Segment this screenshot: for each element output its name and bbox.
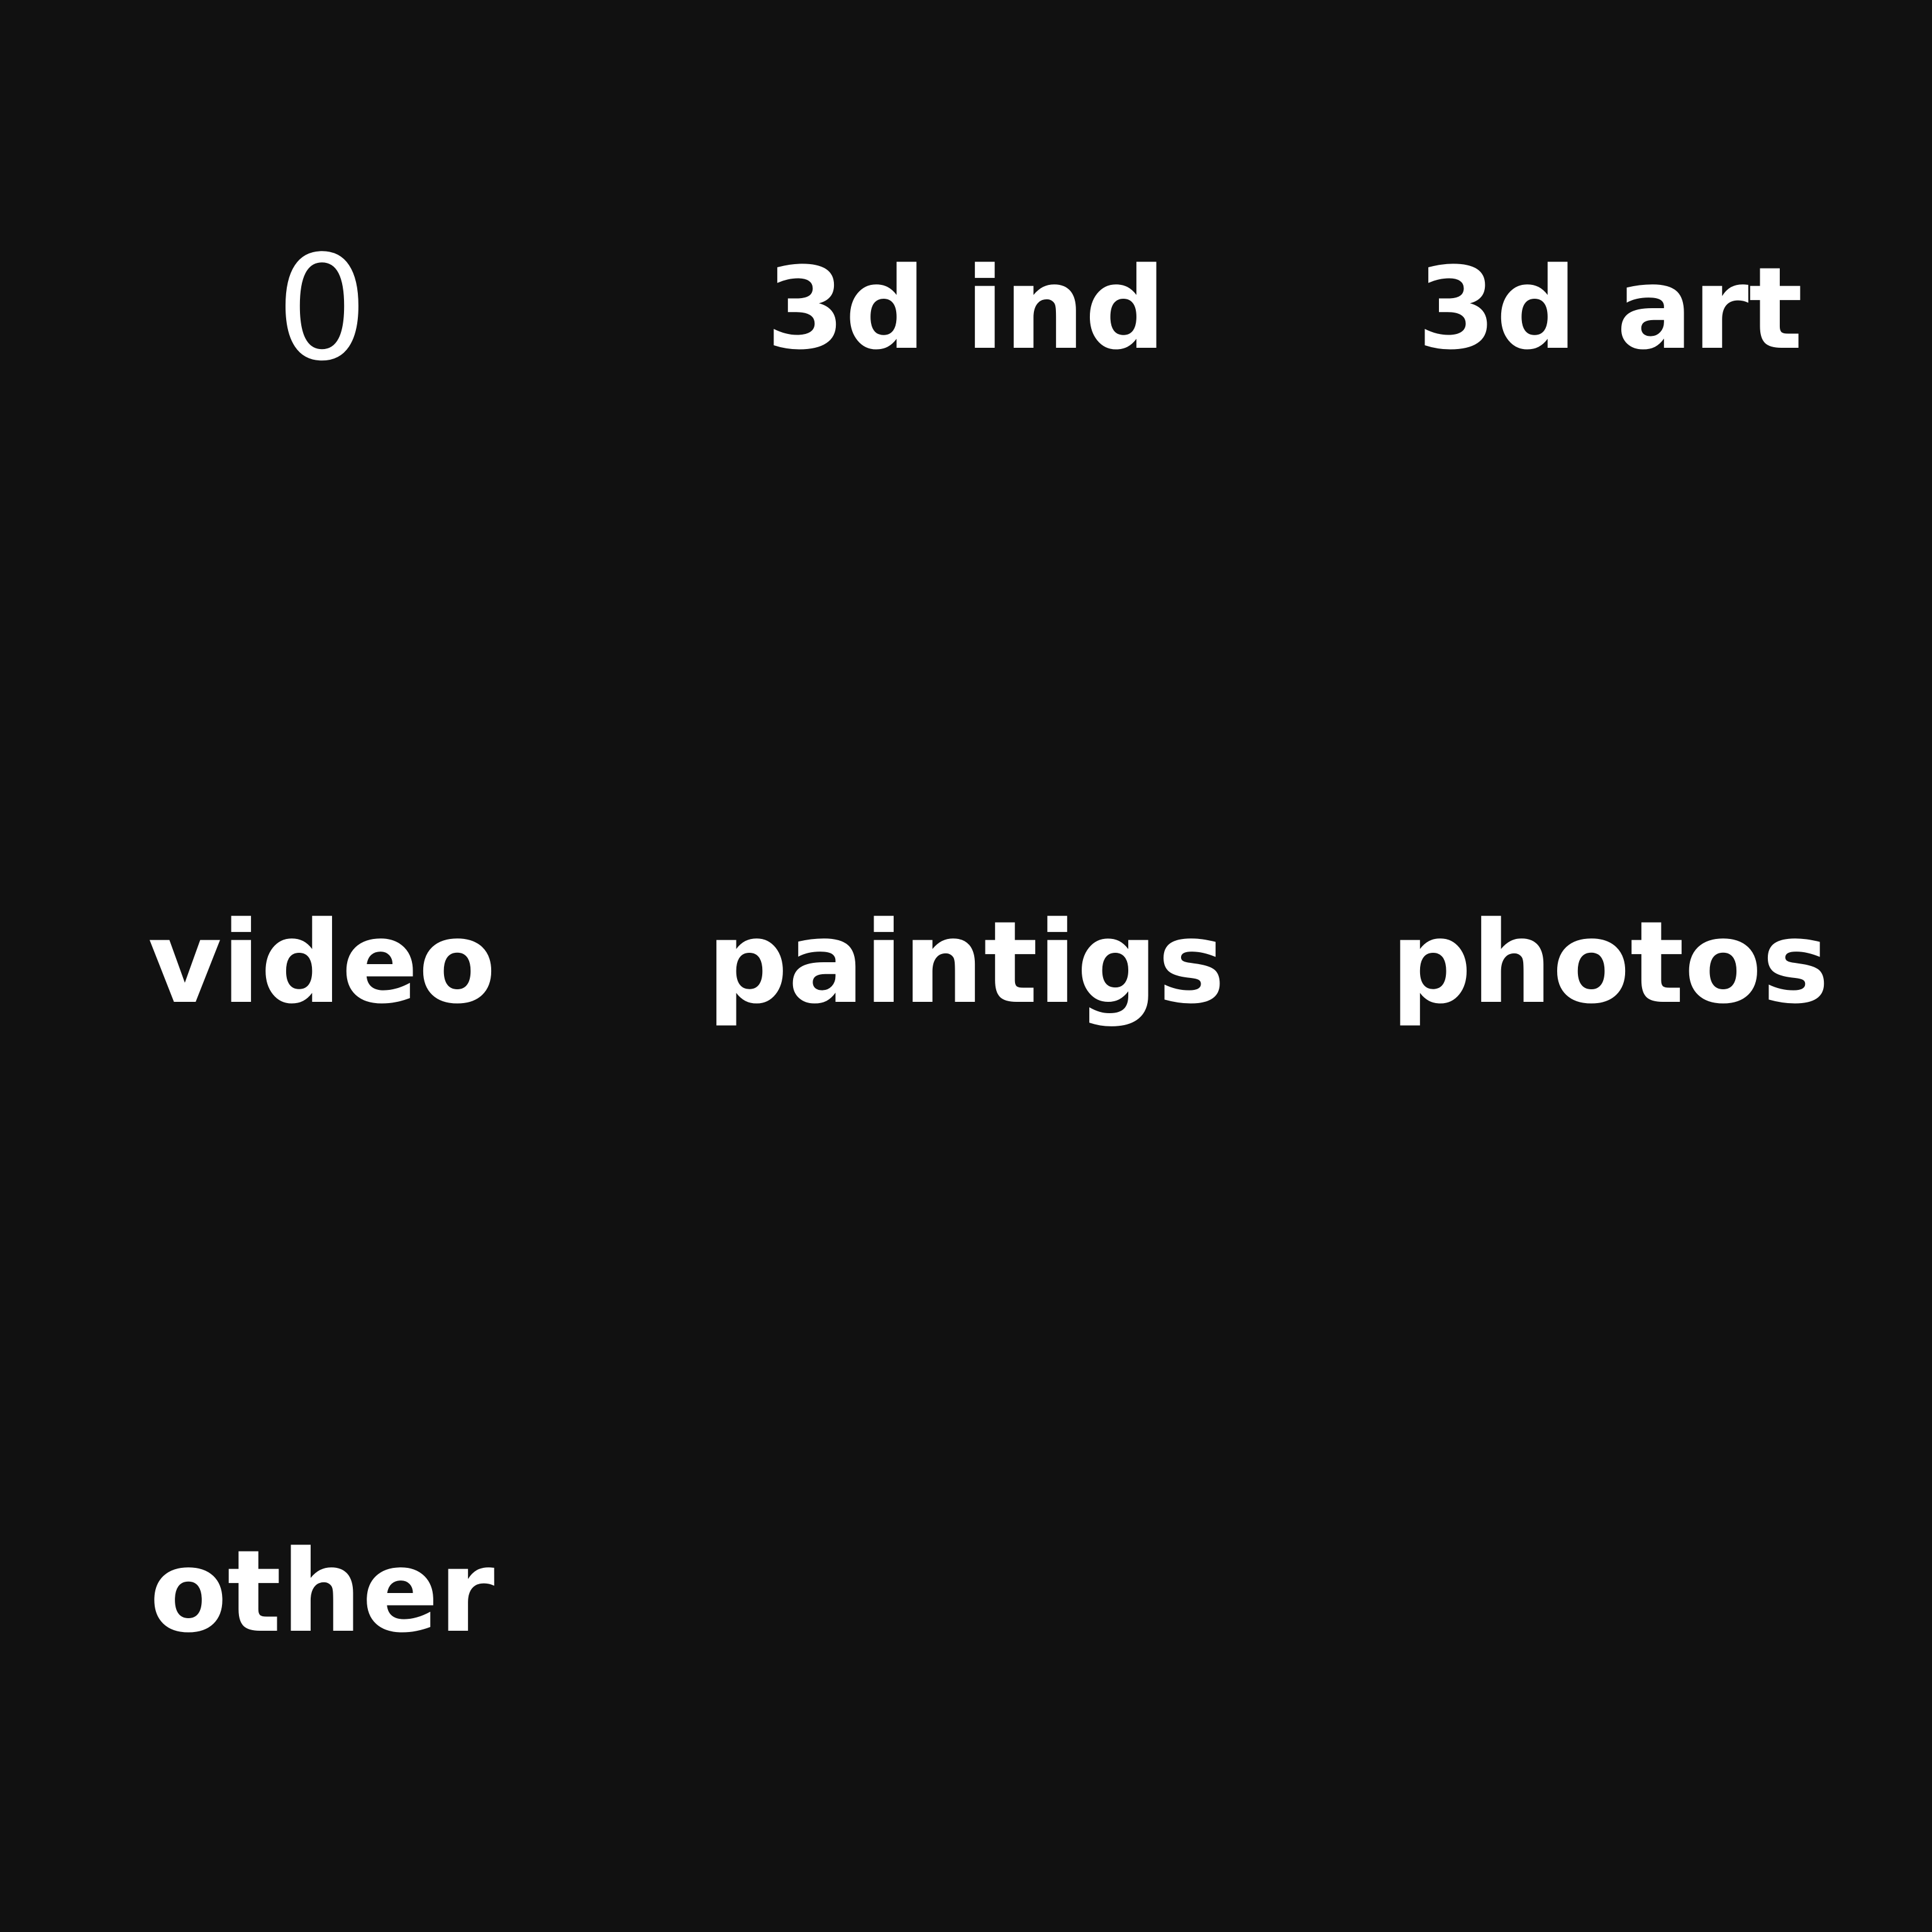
category-3d-ind[interactable]: 3d ind: [644, 240, 1288, 379]
category-3d-art[interactable]: 3d art: [1288, 240, 1932, 379]
category-other[interactable]: other: [0, 1523, 644, 1662]
category-paintings[interactable]: paintigs: [644, 894, 1288, 1033]
item-count: 0: [275, 225, 369, 393]
category-photos[interactable]: photos: [1288, 894, 1932, 1033]
category-video[interactable]: video: [0, 894, 644, 1033]
